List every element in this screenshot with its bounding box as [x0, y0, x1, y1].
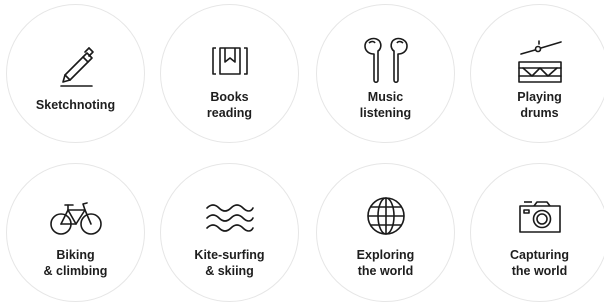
globe-icon — [354, 190, 418, 242]
drum-icon — [508, 35, 572, 87]
hobby-card-books-reading: Books reading — [160, 4, 299, 143]
hobby-label: Exploring the world — [356, 248, 415, 278]
hobby-card-kite-surfing-skiing: Kite-surfing & skiing — [160, 163, 299, 302]
hobby-card-capturing-world: Capturing the world — [470, 163, 604, 302]
hobby-label: Music listening — [359, 90, 412, 120]
earbuds-icon — [354, 35, 418, 87]
hobby-card-playing-drums: Playing drums — [470, 4, 604, 143]
hobby-label: Sketchnoting — [35, 98, 116, 112]
hobby-card-sketchnoting: Sketchnoting — [6, 4, 145, 143]
camera-icon — [508, 190, 572, 242]
hobby-label: Books reading — [206, 90, 253, 120]
hobby-label: Biking & climbing — [43, 248, 108, 278]
hobby-label: Playing drums — [517, 90, 562, 120]
pen-icon — [44, 39, 108, 91]
waves-icon — [198, 192, 262, 244]
bicycle-icon — [44, 192, 108, 244]
hobby-card-exploring-world: Exploring the world — [316, 163, 455, 302]
hobby-card-biking-climbing: Biking & climbing — [6, 163, 145, 302]
hobbies-grid: Sketchnoting Books reading Music listeni… — [0, 0, 604, 302]
hobby-label: Kite-surfing & skiing — [194, 248, 265, 278]
book-icon — [198, 35, 262, 87]
hobby-card-music-listening: Music listening — [316, 4, 455, 143]
hobby-label: Capturing the world — [509, 248, 570, 278]
